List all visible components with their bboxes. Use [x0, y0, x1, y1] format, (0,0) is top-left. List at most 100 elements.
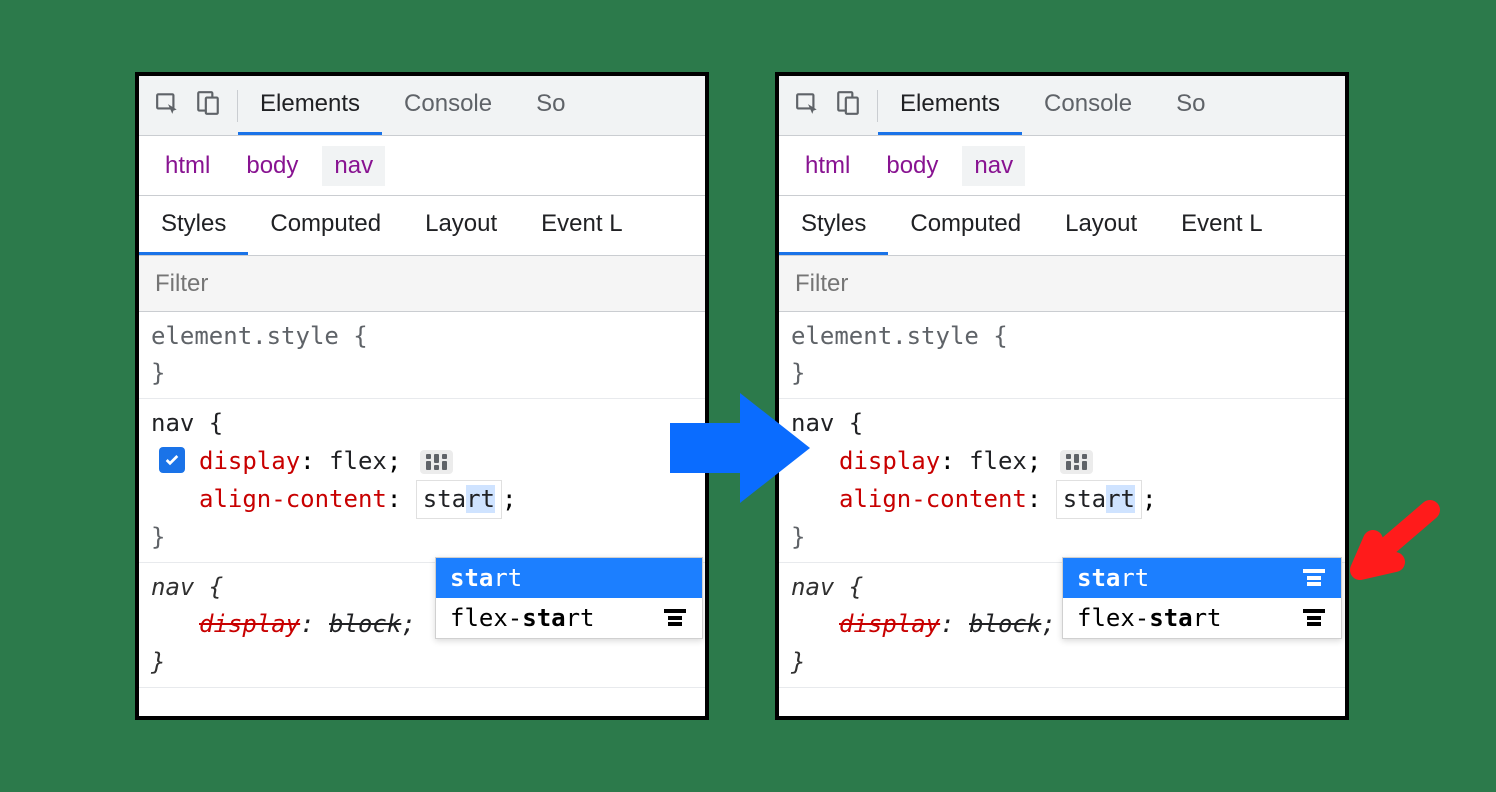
autocomplete-dropdown[interactable]: start flex-start — [435, 557, 703, 639]
brace-close: } — [151, 519, 693, 556]
match-bold: sta — [1149, 604, 1192, 632]
prop-name-display2: display — [839, 610, 940, 638]
match-pre: flex- — [450, 604, 522, 632]
match-rest: rt — [1193, 604, 1222, 632]
brace-close: } — [791, 519, 1333, 556]
prop-val-flex[interactable]: flex — [969, 447, 1027, 475]
tab-elements[interactable]: Elements — [238, 76, 382, 135]
prop-name-display: display — [839, 447, 940, 475]
toolbar: Elements Console So — [139, 76, 705, 136]
devtools-panel-after: Elements Console So html body nav Styles… — [775, 72, 1349, 720]
colon: : — [1027, 485, 1056, 513]
crumb-nav[interactable]: nav — [322, 146, 385, 186]
tab-console[interactable]: Console — [1022, 76, 1154, 135]
match-bold: sta — [522, 604, 565, 632]
colon: : — [940, 447, 969, 475]
flex-editor-icon[interactable] — [420, 450, 453, 474]
crumb-body[interactable]: body — [234, 146, 310, 186]
crumb-html[interactable]: html — [153, 146, 222, 186]
selector-element-style: element.style { — [151, 318, 693, 355]
typed-text: sta — [423, 485, 466, 513]
semi: ; — [502, 485, 516, 513]
flex-editor-icon[interactable] — [1060, 450, 1093, 474]
rule-nav[interactable]: nav { display: flex; align-content: star… — [139, 399, 705, 563]
subtab-styles[interactable]: Styles — [779, 196, 888, 255]
match-bold: sta — [1077, 564, 1120, 592]
device-icon[interactable] — [195, 90, 221, 121]
devtools-panel-before: Elements Console So html body nav Styles… — [135, 72, 709, 720]
match-rest: rt — [566, 604, 595, 632]
selector-nav: nav { — [151, 405, 693, 442]
tab-elements[interactable]: Elements — [878, 76, 1022, 135]
checkbox-icon[interactable] — [159, 447, 185, 473]
toolbar-icons — [139, 76, 237, 135]
semi: ; — [387, 447, 401, 475]
typed-text: sta — [1063, 485, 1106, 513]
colon: : — [300, 447, 329, 475]
styles-subtabs: Styles Computed Layout Event L — [139, 196, 705, 256]
inspect-icon[interactable] — [155, 90, 181, 121]
prop-align-content[interactable]: align-content: start; — [791, 480, 1333, 519]
crumb-nav[interactable]: nav — [962, 146, 1025, 186]
device-icon[interactable] — [835, 90, 861, 121]
dropdown-item-start[interactable]: start — [436, 558, 702, 598]
toolbar: Elements Console So — [779, 76, 1345, 136]
match-rest: rt — [1120, 564, 1149, 592]
subtab-event-cut[interactable]: Event L — [1159, 196, 1284, 255]
subtab-layout[interactable]: Layout — [1043, 196, 1159, 255]
crumb-body[interactable]: body — [874, 146, 950, 186]
colon: : — [940, 610, 969, 638]
prop-name-display2: display — [199, 610, 300, 638]
prop-name-align: align-content — [199, 485, 387, 513]
breadcrumb: html body nav — [139, 136, 705, 196]
dropdown-item-start[interactable]: start — [1063, 558, 1341, 598]
completion-text: rt — [466, 485, 495, 513]
prop-align-content[interactable]: align-content: start; — [151, 480, 693, 519]
semi: ; — [1027, 447, 1041, 475]
align-top-icon — [662, 607, 688, 629]
rule-nav[interactable]: nav { display: flex; align-content: star… — [779, 399, 1345, 563]
styles-subtabs: Styles Computed Layout Event L — [779, 196, 1345, 256]
tab-console[interactable]: Console — [382, 76, 514, 135]
filter-input[interactable] — [155, 270, 689, 298]
selector-element-style: element.style { — [791, 318, 1333, 355]
dropdown-item-flex-start[interactable]: flex-start — [1063, 598, 1341, 638]
match-rest: rt — [493, 564, 522, 592]
prop-val-align[interactable]: start — [416, 485, 502, 513]
semi: ; — [401, 610, 415, 638]
match-pre: flex- — [1077, 604, 1149, 632]
prop-val-flex[interactable]: flex — [329, 447, 387, 475]
inspect-icon[interactable] — [795, 90, 821, 121]
brace-close: } — [151, 644, 693, 681]
prop-val-block: block — [969, 610, 1041, 638]
tab-sources-cut[interactable]: So — [1154, 76, 1227, 135]
prop-display[interactable]: display: flex; — [151, 443, 693, 480]
prop-display[interactable]: display: flex; — [791, 443, 1333, 480]
subtab-styles[interactable]: Styles — [139, 196, 248, 255]
prop-val-align[interactable]: start — [1056, 485, 1142, 513]
brace-close: } — [791, 355, 1333, 392]
tab-sources-cut[interactable]: So — [514, 76, 587, 135]
main-tabs: Elements Console So — [238, 76, 587, 135]
autocomplete-dropdown[interactable]: start flex-start — [1062, 557, 1342, 639]
match-bold: sta — [450, 564, 493, 592]
dropdown-item-flex-start[interactable]: flex-start — [436, 598, 702, 638]
toolbar-icons — [779, 76, 877, 135]
brace-close: } — [151, 355, 693, 392]
rule-element-style[interactable]: element.style { } — [139, 312, 705, 399]
prop-val-block: block — [329, 610, 401, 638]
semi: ; — [1142, 485, 1156, 513]
crumb-html[interactable]: html — [793, 146, 862, 186]
rule-element-style[interactable]: element.style { } — [779, 312, 1345, 399]
subtab-layout[interactable]: Layout — [403, 196, 519, 255]
subtab-computed[interactable]: Computed — [248, 196, 403, 255]
filter-input[interactable] — [795, 270, 1329, 298]
subtab-event-cut[interactable]: Event L — [519, 196, 644, 255]
colon: : — [387, 485, 416, 513]
callout-arrow-icon — [1340, 500, 1440, 605]
semi: ; — [1041, 610, 1055, 638]
subtab-computed[interactable]: Computed — [888, 196, 1043, 255]
arrow-right-icon — [670, 388, 810, 513]
breadcrumb: html body nav — [779, 136, 1345, 196]
completion-text: rt — [1106, 485, 1135, 513]
